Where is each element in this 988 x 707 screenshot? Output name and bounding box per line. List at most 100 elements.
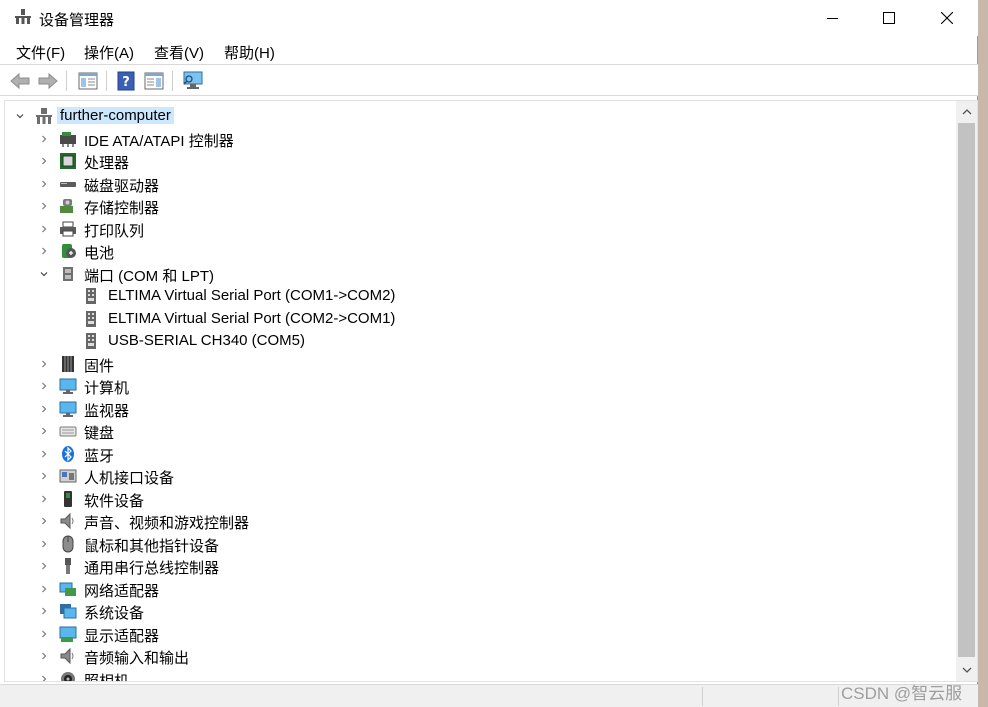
tree-category-item[interactable]: 网络适配器 <box>5 578 945 600</box>
tree-expander[interactable] <box>38 538 50 550</box>
tree-category-item[interactable]: 打印队列 <box>5 218 945 240</box>
tree-category-item[interactable]: 蓝牙 <box>5 443 945 465</box>
tree-category-item[interactable]: 存储控制器 <box>5 195 945 217</box>
chevron-right-icon <box>42 180 47 188</box>
tree-category-item[interactable]: 键盘 <box>5 420 945 442</box>
device-tree[interactable]: further-computer IDE ATA/ATAPI 控制器 处理器 磁盘驱动… <box>4 100 978 682</box>
tree-expander[interactable] <box>38 133 50 145</box>
forward-icon <box>38 72 58 90</box>
title-bar[interactable]: 设备管理器 <box>0 0 978 36</box>
tree-category-item[interactable]: 监视器 <box>5 398 945 420</box>
tree-category-item[interactable]: 鼠标和其他指针设备 <box>5 533 945 555</box>
tree-root[interactable]: further-computer <box>5 105 945 127</box>
properties-icon <box>78 72 98 90</box>
tree-expander[interactable] <box>38 628 50 640</box>
tree-expander[interactable] <box>38 448 50 460</box>
tree-category-item[interactable]: 电池 <box>5 240 945 262</box>
tree-category-item[interactable]: 软件设备 <box>5 488 945 510</box>
vertical-scrollbar[interactable] <box>956 101 977 681</box>
tree-device-item[interactable]: ELTIMA Virtual Serial Port (COM2->COM1) <box>5 308 945 330</box>
properties-button[interactable] <box>76 69 100 93</box>
menu-view[interactable]: 查看(V) <box>154 42 204 63</box>
tree-expander[interactable] <box>38 380 50 392</box>
scroll-up-button[interactable] <box>956 103 977 120</box>
tree-expander[interactable] <box>38 673 50 681</box>
tree-category-label: 照相机 <box>84 673 130 682</box>
tree-category-item[interactable]: 声音、视频和游戏控制器 <box>5 510 945 532</box>
usb-icon <box>65 558 71 574</box>
tree-expander[interactable] <box>38 223 50 235</box>
tree-expander[interactable] <box>38 425 50 437</box>
tree-category-item[interactable]: 音频输入和输出 <box>5 645 945 667</box>
close-button[interactable] <box>918 0 976 36</box>
tree-expander[interactable] <box>38 245 50 257</box>
tree-category-item[interactable]: 磁盘驱动器 <box>5 173 945 195</box>
tree-expander[interactable] <box>38 560 50 572</box>
view-button[interactable] <box>142 69 166 93</box>
tree-expander[interactable] <box>38 200 50 212</box>
help-button[interactable]: ? <box>114 69 138 93</box>
tree-expander[interactable] <box>38 268 50 280</box>
serial-port-icon <box>86 288 96 304</box>
tree-category-item[interactable]: 人机接口设备 <box>5 465 945 487</box>
tree-category-item[interactable]: 通用串行总线控制器 <box>5 555 945 577</box>
tree-category-label: 鼠标和其他指针设备 <box>84 538 220 555</box>
tree-expander[interactable] <box>38 358 50 370</box>
tree-category-label: IDE ATA/ATAPI 控制器 <box>84 133 234 150</box>
menu-action[interactable]: 操作(A) <box>84 42 134 63</box>
tree-expander[interactable] <box>38 515 50 527</box>
chevron-right-icon <box>42 157 47 165</box>
toolbar-separator <box>172 71 173 91</box>
tree-expander[interactable] <box>38 650 50 662</box>
printer-icon <box>60 221 76 237</box>
menu-file[interactable]: 文件(F) <box>16 42 65 63</box>
back-button[interactable] <box>8 69 32 93</box>
chevron-right-icon <box>42 427 47 435</box>
tree-category-item[interactable]: 照相机 <box>5 668 945 682</box>
back-icon <box>10 72 30 90</box>
chevron-right-icon <box>42 202 47 210</box>
system-device-icon <box>60 604 77 619</box>
tree-expander[interactable] <box>38 583 50 595</box>
status-divider <box>838 687 839 706</box>
tree-device-label: ELTIMA Virtual Serial Port (COM2->COM1) <box>108 310 396 327</box>
chevron-right-icon <box>42 675 47 681</box>
tree-category-item[interactable]: 显示适配器 <box>5 623 945 645</box>
speaker-icon <box>60 647 74 665</box>
chevron-right-icon <box>42 562 47 570</box>
forward-button[interactable] <box>36 69 60 93</box>
tree-device-item[interactable]: ELTIMA Virtual Serial Port (COM1->COM2) <box>5 285 945 307</box>
menu-bar: 文件(F) 操作(A) 查看(V) 帮助(H) <box>0 38 978 64</box>
scan-hardware-icon <box>183 71 203 89</box>
tree-expander[interactable] <box>38 178 50 190</box>
tree-expander[interactable] <box>38 605 50 617</box>
tree-category-label: 通用串行总线控制器 <box>84 560 220 577</box>
tree-category-item[interactable]: 端口 (COM 和 LPT) <box>5 263 945 285</box>
scroll-thumb[interactable] <box>958 123 975 657</box>
chevron-down-icon <box>40 272 48 277</box>
tree-category-label: 软件设备 <box>84 493 145 510</box>
menu-help[interactable]: 帮助(H) <box>224 42 275 63</box>
tree-category-item[interactable]: 计算机 <box>5 375 945 397</box>
serial-port-icon <box>86 333 96 349</box>
maximize-button[interactable] <box>860 0 918 36</box>
scan-hardware-button[interactable] <box>181 69 205 93</box>
tree-category-item[interactable]: 固件 <box>5 353 945 375</box>
chevron-right-icon <box>42 405 47 413</box>
tree-expander[interactable] <box>38 493 50 505</box>
tree-device-label: ELTIMA Virtual Serial Port (COM1->COM2) <box>108 287 396 304</box>
chevron-right-icon <box>42 135 47 143</box>
tree-root-label: further-computer <box>57 107 174 124</box>
chevron-up-icon <box>962 109 971 115</box>
scroll-down-button[interactable] <box>956 662 977 679</box>
tree-expander[interactable] <box>38 155 50 167</box>
tree-expander[interactable] <box>14 110 26 122</box>
toolbar-separator <box>106 71 107 91</box>
tree-category-item[interactable]: 处理器 <box>5 150 945 172</box>
minimize-button[interactable] <box>804 0 862 36</box>
tree-category-item[interactable]: IDE ATA/ATAPI 控制器 <box>5 128 945 150</box>
tree-expander[interactable] <box>38 403 50 415</box>
tree-category-item[interactable]: 系统设备 <box>5 600 945 622</box>
tree-device-item[interactable]: USB-SERIAL CH340 (COM5) <box>5 330 945 352</box>
tree-expander[interactable] <box>38 470 50 482</box>
